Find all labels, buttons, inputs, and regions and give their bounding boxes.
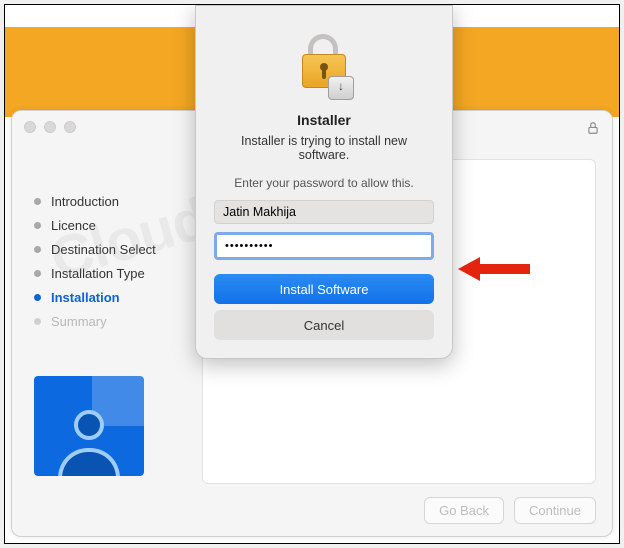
- installer-lock-icon: [294, 32, 354, 102]
- step-label: Summary: [51, 314, 107, 329]
- step-introduction: Introduction: [34, 189, 194, 213]
- step-dot-icon: [34, 318, 41, 325]
- step-dot-icon: [34, 222, 41, 229]
- app-icon: [34, 376, 144, 476]
- cancel-button[interactable]: Cancel: [214, 310, 434, 340]
- step-dot-icon: [34, 246, 41, 253]
- step-label: Licence: [51, 218, 96, 233]
- step-label: Installation Type: [51, 266, 145, 281]
- username-field[interactable]: [214, 200, 434, 224]
- step-licence: Licence: [34, 213, 194, 237]
- annotation-arrow-icon: [458, 254, 530, 289]
- step-label: Introduction: [51, 194, 119, 209]
- step-dot-icon: [34, 198, 41, 205]
- step-installation: Installation: [34, 285, 194, 309]
- step-label: Installation: [51, 290, 120, 305]
- window-controls[interactable]: [24, 121, 76, 133]
- go-back-button[interactable]: Go Back: [424, 497, 504, 524]
- footer-buttons: Go Back Continue: [424, 497, 596, 524]
- dialog-hint: Enter your password to allow this.: [214, 176, 434, 190]
- step-dot-icon: [34, 294, 41, 301]
- steps-sidebar: Introduction Licence Destination Select …: [34, 189, 194, 333]
- step-destination: Destination Select: [34, 237, 194, 261]
- continue-button[interactable]: Continue: [514, 497, 596, 524]
- avatar-head-icon: [74, 410, 104, 440]
- dialog-title: Installer: [214, 112, 434, 128]
- screenshot-frame: Introduction Licence Destination Select …: [4, 4, 620, 544]
- zoom-icon[interactable]: [64, 121, 76, 133]
- step-label: Destination Select: [51, 242, 156, 257]
- step-dot-icon: [34, 270, 41, 277]
- avatar-body-icon: [58, 448, 120, 476]
- close-icon[interactable]: [24, 121, 36, 133]
- auth-dialog: Installer Installer is trying to install…: [195, 5, 453, 359]
- step-installation-type: Installation Type: [34, 261, 194, 285]
- package-icon: [328, 76, 354, 100]
- minimize-icon[interactable]: [44, 121, 56, 133]
- step-summary: Summary: [34, 309, 194, 333]
- install-software-button[interactable]: Install Software: [214, 274, 434, 304]
- dialog-subtitle: Installer is trying to install new softw…: [214, 134, 434, 162]
- password-field[interactable]: [214, 232, 434, 260]
- lock-icon: [586, 121, 600, 138]
